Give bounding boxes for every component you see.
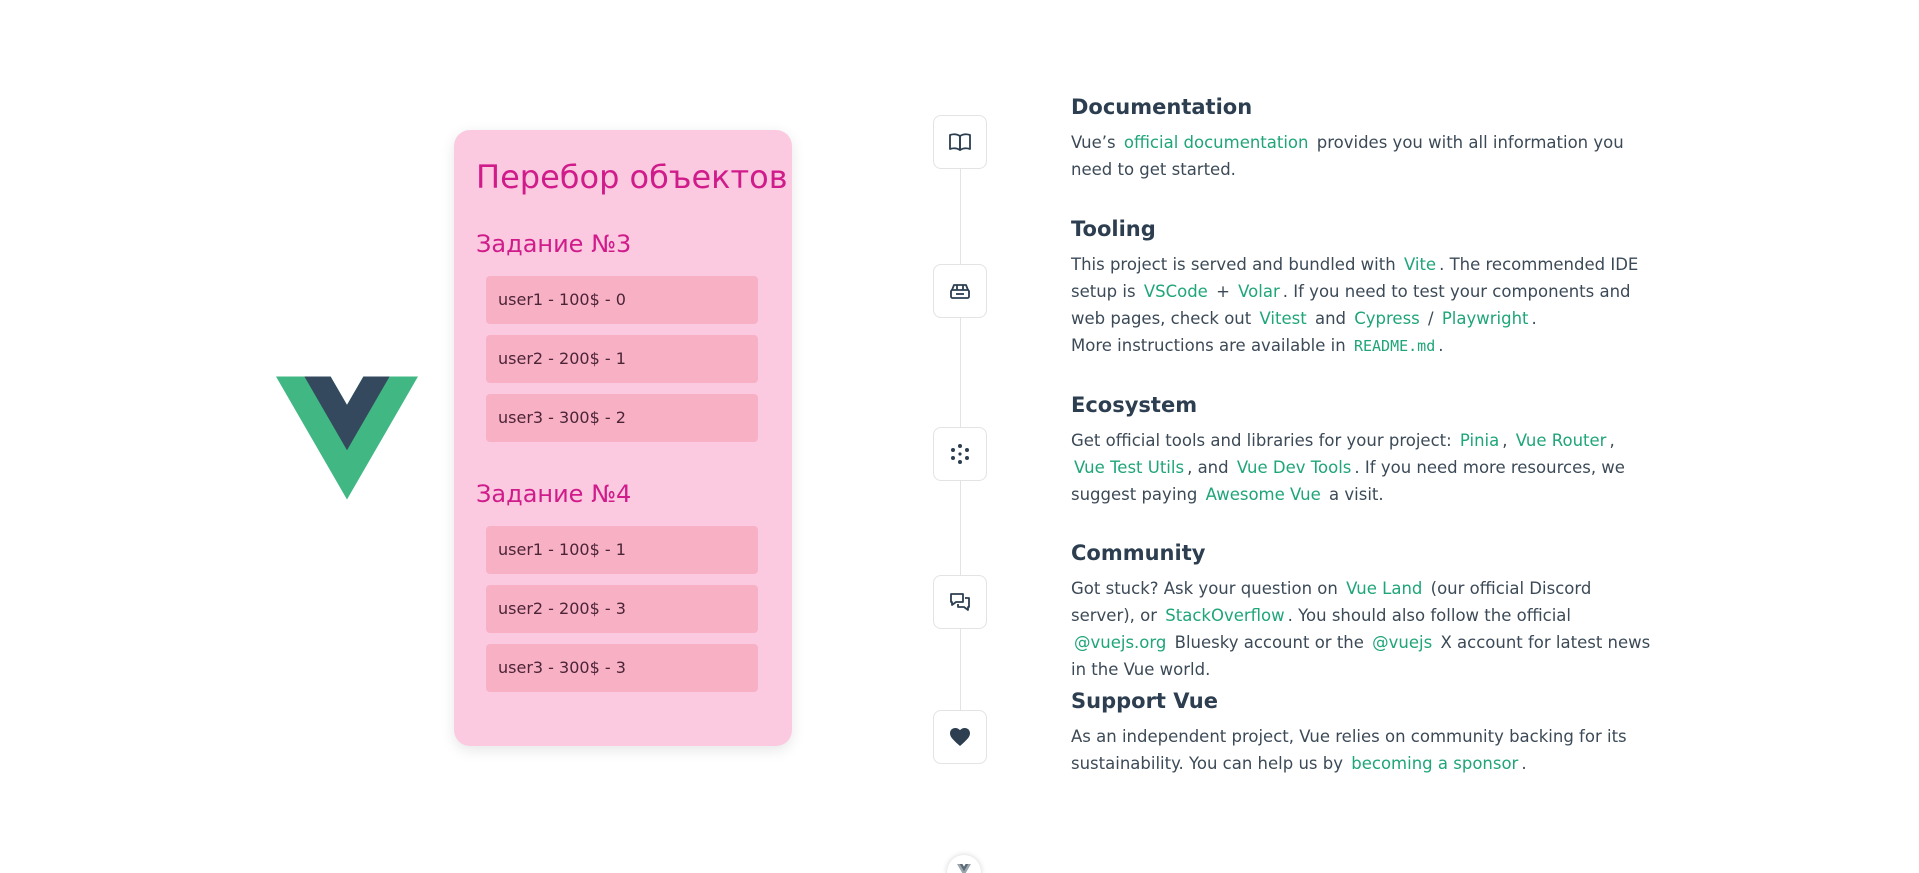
objects-card: Перебор объектов Задание №3 user1 - 100$…	[454, 130, 792, 746]
text-fragment: Vue’s	[1071, 133, 1116, 152]
text-fragment: More instructions are available in	[1071, 336, 1346, 355]
vue-test-utils-link[interactable]: Vue Test Utils	[1071, 458, 1187, 477]
page: Перебор объектов Задание №3 user1 - 100$…	[0, 0, 1919, 873]
list-item: user1 - 100$ - 1	[486, 526, 758, 574]
community-icon	[950, 593, 970, 611]
card-title: Перебор объектов	[476, 158, 788, 196]
text-fragment: Bluesky account or the	[1174, 633, 1364, 652]
task-3-title: Задание №3	[476, 230, 632, 258]
section-text: This project is served and bundled with …	[1071, 251, 1651, 360]
text-fragment: ,	[1502, 431, 1508, 450]
heart-icon	[950, 728, 970, 746]
text-fragment: .	[1531, 309, 1537, 328]
section-text: Vue’s official documentation provides yo…	[1071, 129, 1651, 183]
list-item: user2 - 200$ - 1	[486, 335, 758, 383]
list-item: user1 - 100$ - 0	[486, 276, 758, 324]
list-item: user3 - 300$ - 2	[486, 394, 758, 442]
text-fragment: ,	[1609, 431, 1615, 450]
tooling-icon	[950, 284, 970, 299]
list-item: user2 - 200$ - 3	[486, 585, 758, 633]
text-fragment: and	[1314, 309, 1346, 328]
stackoverflow-link[interactable]: StackOverflow	[1162, 606, 1287, 625]
community-icon-box	[933, 575, 987, 629]
section-title: Documentation	[1071, 95, 1253, 119]
vue-logo	[276, 376, 418, 500]
x-link[interactable]: @vuejs	[1369, 633, 1435, 652]
ecosystem-section: Ecosystem Get official tools and librari…	[1071, 391, 1651, 508]
support-icon-box	[933, 710, 987, 764]
text-fragment: .	[1521, 754, 1527, 773]
sponsor-link[interactable]: becoming a sponsor	[1348, 754, 1521, 773]
text-fragment: +	[1216, 282, 1230, 301]
text-fragment: Get official tools and libraries for you…	[1071, 431, 1452, 450]
text-fragment: . You should also follow the official	[1287, 606, 1572, 625]
devtools-toggle-button[interactable]	[947, 855, 981, 873]
book-icon	[949, 133, 971, 151]
vue-dev-tools-link[interactable]: Vue Dev Tools	[1234, 458, 1355, 477]
task-4-title: Задание №4	[476, 480, 632, 508]
ecosystem-icon-box	[933, 427, 987, 481]
list-item: user3 - 300$ - 3	[486, 644, 758, 692]
vite-link[interactable]: Vite	[1401, 255, 1439, 274]
text-fragment: This project is served and bundled with	[1071, 255, 1396, 274]
readme-code: README.md	[1353, 337, 1436, 355]
section-title: Tooling	[1071, 217, 1156, 241]
task-4-list: user1 - 100$ - 1 user2 - 200$ - 3 user3 …	[486, 526, 758, 703]
official-docs-link[interactable]: official documentation	[1121, 133, 1312, 152]
bluesky-link[interactable]: @vuejs.org	[1071, 633, 1169, 652]
ecosystem-icon	[951, 444, 969, 464]
vue-land-link[interactable]: Vue Land	[1343, 579, 1425, 598]
section-title: Ecosystem	[1071, 393, 1198, 417]
text-fragment: , and	[1187, 458, 1229, 477]
tooling-icon-box	[933, 264, 987, 318]
playwright-link[interactable]: Playwright	[1439, 309, 1532, 328]
volar-link[interactable]: Volar	[1235, 282, 1283, 301]
awesome-vue-link[interactable]: Awesome Vue	[1203, 485, 1324, 504]
support-section: Support Vue As an independent project, V…	[1071, 687, 1651, 777]
documentation-icon-box	[933, 115, 987, 169]
text-fragment: a visit.	[1329, 485, 1384, 504]
section-text: Get official tools and libraries for you…	[1071, 427, 1651, 508]
section-text: As an independent project, Vue relies on…	[1071, 723, 1651, 777]
pinia-link[interactable]: Pinia	[1457, 431, 1502, 450]
cypress-link[interactable]: Cypress	[1351, 309, 1423, 328]
task-3-list: user1 - 100$ - 0 user2 - 200$ - 1 user3 …	[486, 276, 758, 453]
text-fragment: /	[1428, 309, 1434, 328]
community-section: Community Got stuck? Ask your question o…	[1071, 539, 1651, 683]
vitest-link[interactable]: Vitest	[1257, 309, 1310, 328]
section-title: Community	[1071, 541, 1206, 565]
vue-small-icon	[957, 863, 971, 873]
documentation-section: Documentation Vue’s official documentati…	[1071, 93, 1651, 183]
text-fragment: Got stuck? Ask your question on	[1071, 579, 1338, 598]
vue-router-link[interactable]: Vue Router	[1513, 431, 1610, 450]
text-fragment: .	[1438, 336, 1444, 355]
section-title: Support Vue	[1071, 689, 1218, 713]
section-text: Got stuck? Ask your question on Vue Land…	[1071, 575, 1651, 683]
tooling-section: Tooling This project is served and bundl…	[1071, 215, 1651, 360]
vscode-link[interactable]: VSCode	[1141, 282, 1211, 301]
